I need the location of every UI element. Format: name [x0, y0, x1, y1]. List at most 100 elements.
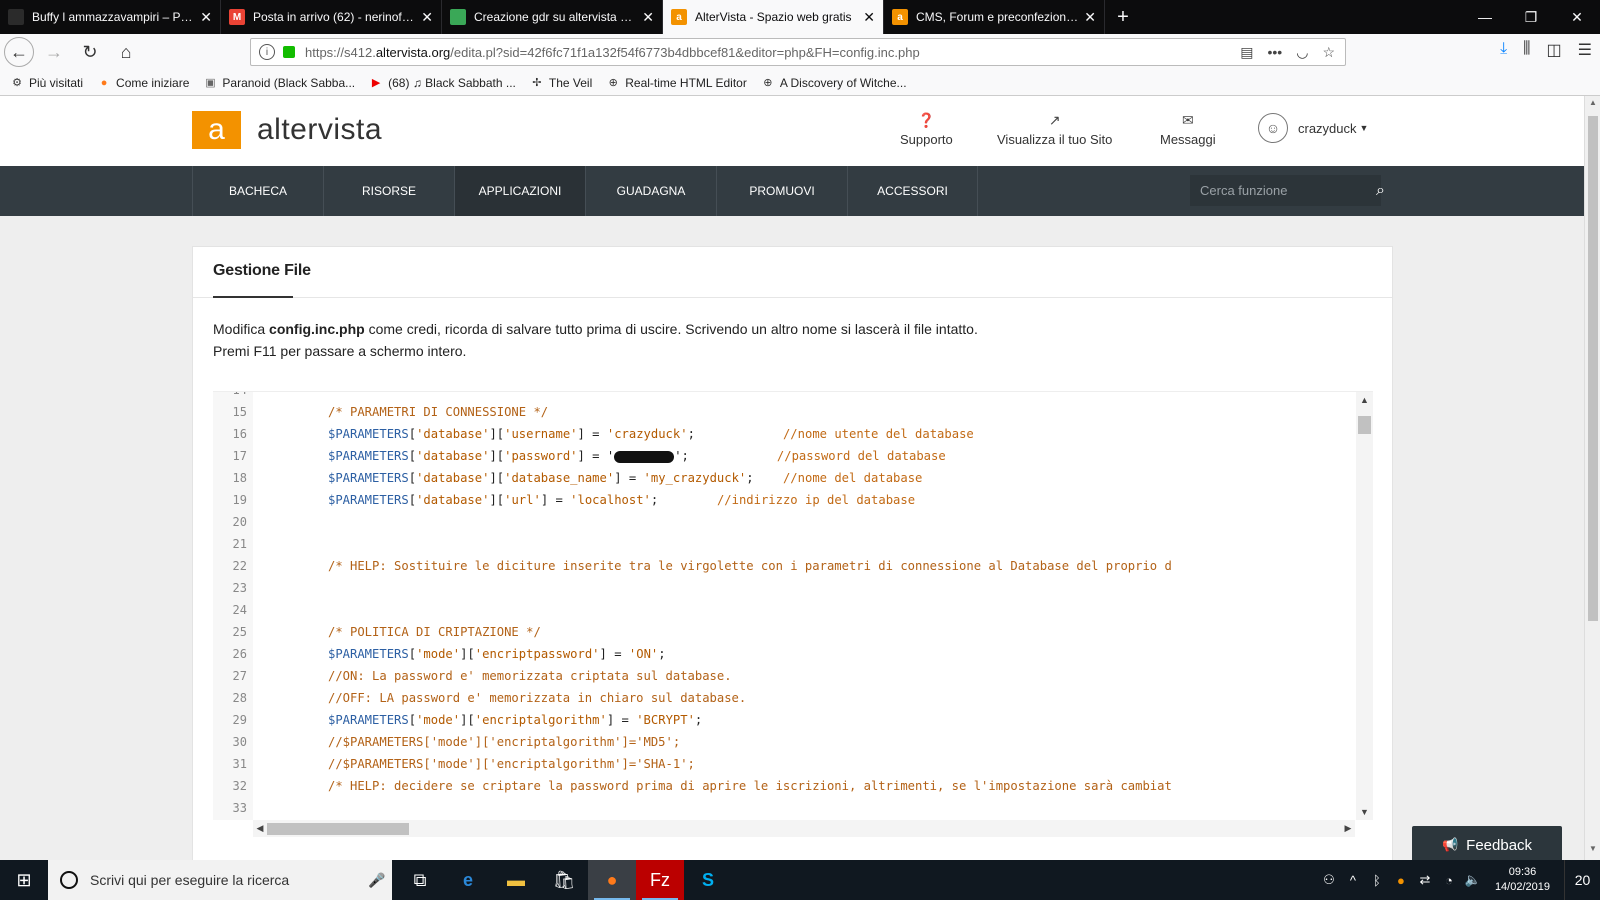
bookmark-item[interactable]: ▣ Paranoid (Black Sabba...	[203, 76, 355, 90]
reload-button[interactable]: ↻	[74, 36, 106, 68]
bookmark-item[interactable]: ⚙ Più visitati	[10, 76, 83, 90]
code-line[interactable]: 33	[213, 797, 247, 819]
close-icon[interactable]: ✕	[863, 9, 875, 26]
page-scrollbar[interactable]: ▲ ▼	[1584, 96, 1600, 860]
close-icon[interactable]: ✕	[1084, 9, 1096, 26]
store-icon[interactable]: 🛍	[540, 860, 588, 900]
back-button[interactable]: ←	[4, 37, 34, 67]
people-icon[interactable]: ⚇	[1317, 872, 1341, 888]
code-line[interactable]: 16 $PARAMETERS['database']['username'] = …	[213, 423, 974, 445]
bluetooth-icon[interactable]: ᛒ	[1365, 873, 1389, 888]
code-line[interactable]: 23	[213, 577, 247, 599]
browser-tab[interactable]: a CMS, Forum e preconfezionati ✕	[884, 0, 1105, 34]
volume-icon[interactable]: 🔈	[1461, 872, 1485, 888]
bookmark-item[interactable]: ✢ The Veil	[530, 76, 592, 90]
reader-view-icon[interactable]: ▤	[1240, 44, 1253, 61]
code-line[interactable]: 31 //$PARAMETERS['mode']['encriptalgorith…	[213, 753, 695, 775]
maximize-icon[interactable]: ❐	[1508, 0, 1554, 34]
action-center-icon[interactable]: 20	[1564, 860, 1600, 900]
antivirus-icon[interactable]: ●	[1389, 873, 1413, 888]
browser-tab[interactable]: Buffy l ammazzavampiri – Pirat ✕	[0, 0, 221, 34]
browser-tab[interactable]: a AlterVista - Spazio web gratis ✕	[663, 0, 884, 34]
code-line[interactable]: 25 /* POLITICA DI CRIPTAZIONE */	[213, 621, 541, 643]
page-scroll-up-icon[interactable]: ▲	[1585, 98, 1600, 112]
scroll-up-icon[interactable]: ▲	[1356, 392, 1373, 408]
url-text[interactable]: https://s412.altervista.org/edita.pl?sid…	[305, 45, 1240, 60]
firefox-taskbar-icon[interactable]: ●	[588, 860, 636, 900]
code-line[interactable]: 20	[213, 511, 247, 533]
support-link[interactable]: ❓ Supporto	[900, 112, 953, 147]
menu-item-bacheca[interactable]: BACHECA	[192, 166, 323, 216]
search-icon[interactable]: ⌕	[1376, 182, 1385, 200]
close-icon[interactable]: ✕	[421, 9, 433, 26]
code-line[interactable]: 22 /* HELP: Sostituire le diciture inseri…	[213, 555, 1172, 577]
taskbar-search-text[interactable]: Scrivi qui per eseguire la ricerca	[90, 872, 362, 888]
download-icon[interactable]: ⤓	[1500, 40, 1507, 60]
editor-vscroll-thumb[interactable]	[1358, 416, 1371, 434]
code-line[interactable]: 19 $PARAMETERS['database']['url'] = 'loca…	[213, 489, 916, 511]
new-tab-button[interactable]: +	[1105, 0, 1141, 34]
bookmark-item[interactable]: ⊕ A Discovery of Witche...	[761, 76, 906, 90]
library-icon[interactable]: ⫼	[1523, 40, 1530, 60]
bookmark-item[interactable]: ▶ (68) ♫ Black Sabbath ...	[369, 76, 516, 90]
url-bar[interactable]: i https://s412.altervista.org/edita.pl?s…	[250, 38, 1346, 66]
code-line[interactable]: 24	[213, 599, 247, 621]
menu-item-applicazioni[interactable]: APPLICAZIONI	[454, 166, 585, 216]
feedback-button[interactable]: 📢 Feedback	[1412, 826, 1562, 864]
scroll-left-icon[interactable]: ◀	[253, 820, 267, 837]
sync-icon[interactable]: ⇄	[1413, 872, 1437, 888]
browser-tab[interactable]: M Posta in arrivo (62) - nerinofum ✕	[221, 0, 442, 34]
menu-item-guadagna[interactable]: GUADAGNA	[585, 166, 716, 216]
microphone-icon[interactable]: 🎤	[362, 872, 392, 889]
menu-item-risorse[interactable]: RISORSE	[323, 166, 454, 216]
code-line[interactable]: 26 $PARAMETERS['mode']['encriptpassword']…	[213, 643, 666, 665]
code-editor[interactable]: 14 15 /* PARAMETRI DI CONNESSIONE */ 16 $PAR…	[213, 391, 1373, 837]
messages-link[interactable]: ✉ Messaggi	[1160, 112, 1216, 147]
filezilla-icon[interactable]: Fz	[636, 860, 684, 900]
menu-item-promuovi[interactable]: PROMUOVI	[716, 166, 847, 216]
view-site-link[interactable]: ↗ Visualizza il tuo Sito	[997, 112, 1112, 147]
pocket-icon[interactable]: ◡	[1296, 44, 1308, 61]
code-line[interactable]: 15 /* PARAMETRI DI CONNESSIONE */	[213, 401, 549, 423]
file-explorer-icon[interactable]: ▬	[492, 860, 540, 900]
home-button[interactable]: ⌂	[110, 36, 142, 68]
system-clock[interactable]: 09:36 14/02/2019	[1495, 865, 1550, 895]
scroll-down-icon[interactable]: ▼	[1356, 804, 1373, 820]
taskbar-search[interactable]: Scrivi qui per eseguire la ricerca 🎤	[48, 860, 392, 900]
forward-button[interactable]: →	[38, 36, 70, 68]
editor-horizontal-scrollbar[interactable]: ◀ ▶	[253, 820, 1355, 837]
altervista-logo[interactable]: a altervista	[192, 111, 382, 149]
page-scroll-thumb[interactable]	[1588, 116, 1598, 621]
code-area[interactable]: 14 15 /* PARAMETRI DI CONNESSIONE */ 16 $PAR…	[213, 392, 1355, 820]
window-close-icon[interactable]: ✕	[1554, 0, 1600, 34]
wifi-icon[interactable]: ◔	[1437, 873, 1461, 888]
code-line[interactable]: 18 $PARAMETERS['database']['database_name…	[213, 467, 923, 489]
close-icon[interactable]: ✕	[642, 9, 654, 26]
bookmark-star-icon[interactable]: ☆	[1322, 44, 1335, 61]
code-line[interactable]: 34	[213, 819, 247, 820]
page-actions-icon[interactable]: •••	[1268, 44, 1283, 61]
menu-icon[interactable]: ☰	[1578, 40, 1592, 60]
task-view-icon[interactable]: ⧉	[396, 860, 444, 900]
code-line[interactable]: 30 //$PARAMETERS['mode']['encriptalgorith…	[213, 731, 681, 753]
bookmark-item[interactable]: ● Come iniziare	[97, 76, 190, 90]
windows-start-icon[interactable]: ⊞	[0, 860, 48, 900]
browser-tab[interactable]: Creazione gdr su altervista di c ✕	[442, 0, 663, 34]
code-line[interactable]: 14	[213, 392, 247, 401]
sidebar-icon[interactable]: ◫	[1547, 40, 1562, 60]
info-icon[interactable]: i	[259, 44, 275, 60]
user-menu[interactable]: ☺ crazyduck ▼	[1258, 113, 1368, 143]
tray-chevron-icon[interactable]: ^	[1341, 873, 1365, 888]
close-icon[interactable]: ✕	[200, 9, 212, 26]
code-line[interactable]: 32 /* HELP: decidere se criptare la passw…	[213, 775, 1172, 797]
feature-search-input[interactable]	[1200, 183, 1376, 198]
editor-vertical-scrollbar[interactable]: ▲ ▼	[1356, 392, 1373, 820]
skype-icon[interactable]: S	[684, 860, 732, 900]
minimize-icon[interactable]: —	[1462, 0, 1508, 34]
editor-hscroll-thumb[interactable]	[267, 823, 409, 835]
code-line[interactable]: 27 //ON: La password e' memorizzata cript…	[213, 665, 732, 687]
code-line[interactable]: 17 $PARAMETERS['database']['password'] = …	[213, 445, 946, 467]
menu-item-accessori[interactable]: ACCESSORI	[847, 166, 978, 216]
page-scroll-down-icon[interactable]: ▼	[1585, 844, 1600, 858]
scroll-right-icon[interactable]: ▶	[1341, 820, 1355, 837]
